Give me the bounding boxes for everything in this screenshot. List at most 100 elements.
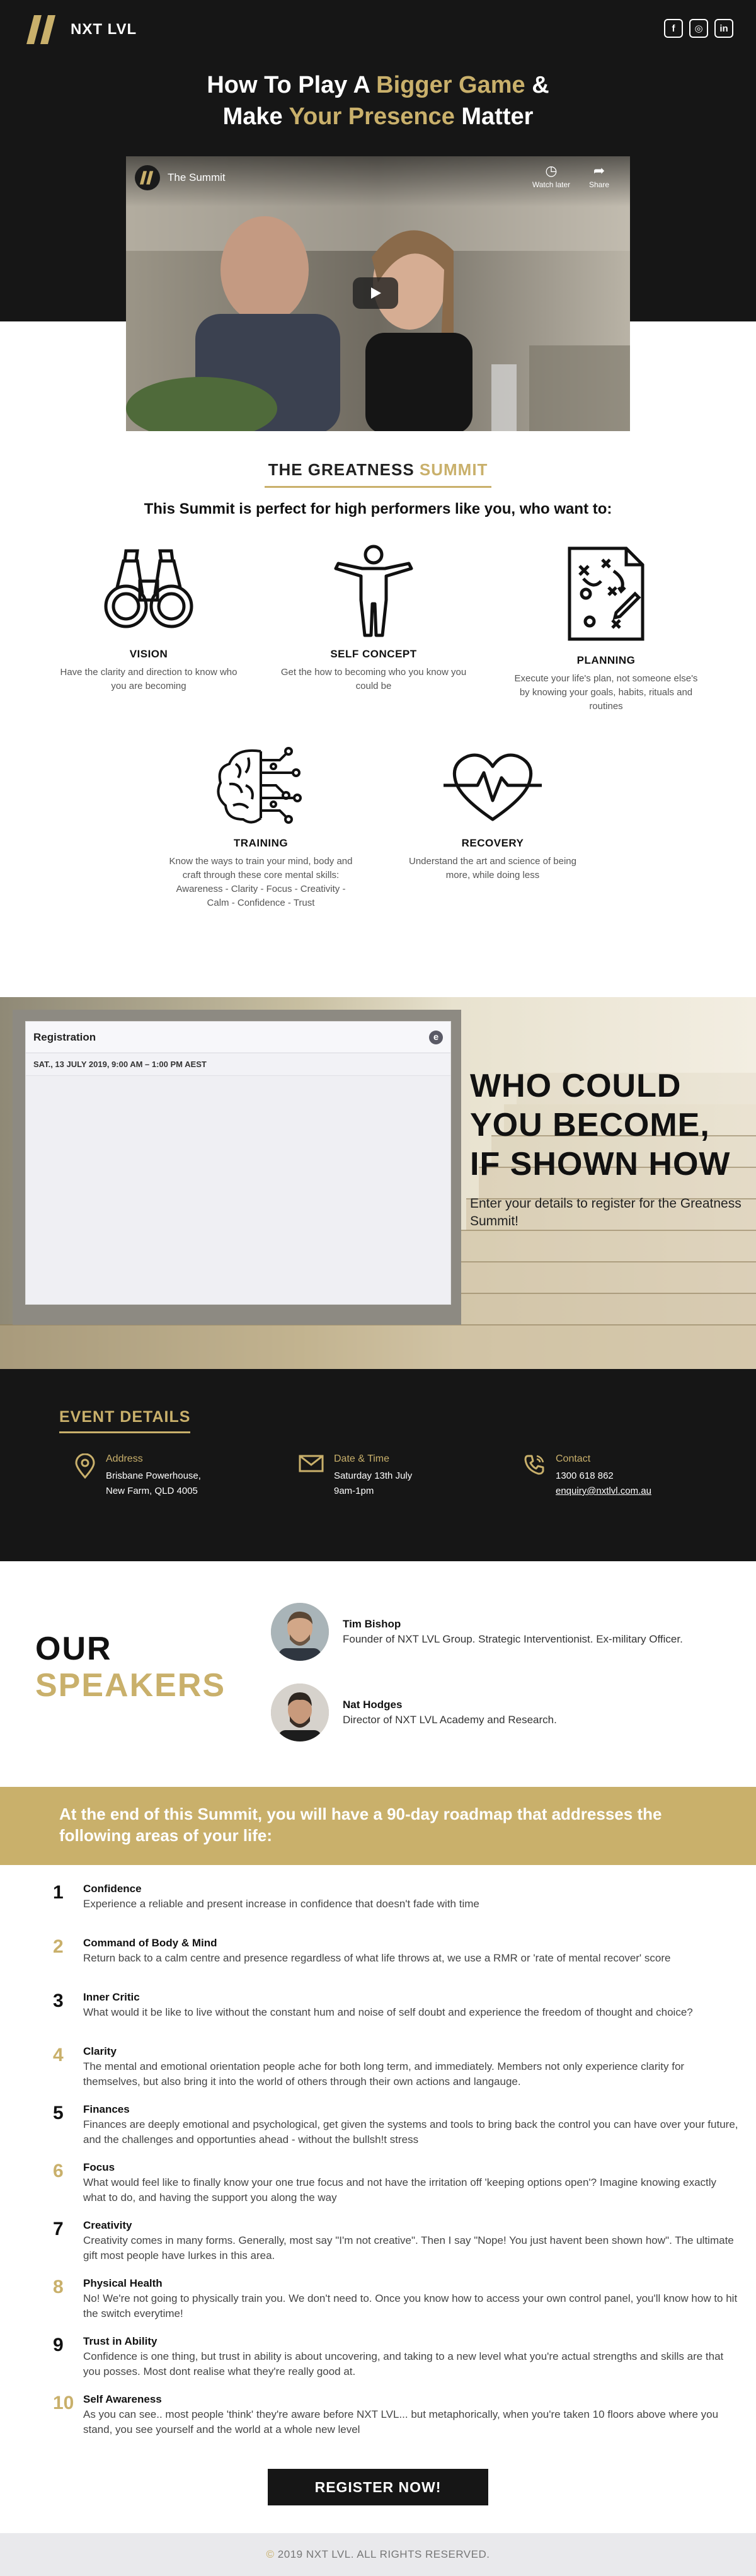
feature-desc: Understand the art and science of being …: [408, 856, 576, 881]
hero-title: How To Play A Bigger Game & Make Your Pr…: [0, 69, 756, 132]
linkedin-icon[interactable]: in: [714, 19, 733, 38]
feature-vision: VISION Have the clarity and direction to…: [54, 543, 243, 693]
play-icon: [371, 287, 381, 299]
registration-widget[interactable]: Registration e SAT., 13 JULY 2019, 9:00 …: [25, 1021, 451, 1305]
play-button[interactable]: [353, 277, 398, 309]
avatar: [271, 1603, 329, 1661]
list-item: 9 Trust in Ability Confidence is one thing…: [0, 2334, 756, 2379]
registration-header: Registration e: [26, 1022, 450, 1053]
item-number: 2: [53, 1936, 64, 1957]
speaker-role: Director of NXT LVL Academy and Research…: [343, 1714, 557, 1726]
feature-desc: Execute your life's plan, not someone el…: [514, 673, 698, 712]
video-title[interactable]: The Summit: [168, 171, 226, 184]
contact-email-link[interactable]: enquiry@nxtlvl.com.au: [556, 1486, 651, 1496]
item-desc: Creativity comes in many forms. Generall…: [83, 2234, 734, 2261]
list-item: 2 Command of Body & Mind Return back to a …: [0, 1936, 756, 1977]
item-desc: What would feel like to finally know you…: [83, 2176, 717, 2203]
speakers-heading-line: SPEAKERS: [35, 1667, 226, 1704]
feature-title: PLANNING: [576, 654, 636, 666]
list-item: 6 Focus What would feel like to finally kn…: [0, 2160, 756, 2205]
speakers-section: OUR SPEAKERS Tim Bishop Founder of NXT L…: [0, 1561, 756, 1787]
item-desc: As you can see.. most people 'think' the…: [83, 2408, 719, 2435]
item-desc: No! We're not going to physically train …: [83, 2292, 738, 2319]
speaker-card: Tim Bishop Founder of NXT LVL Group. Str…: [271, 1603, 683, 1661]
contact-phone[interactable]: 1300 618 862: [556, 1469, 651, 1484]
roadmap-list: 1 Confidence Experience a reliable and pre…: [0, 1865, 756, 2463]
feature-planning: PLANNING Execute your life's plan, not s…: [512, 543, 701, 713]
event-heading: EVENT DETAILS: [59, 1408, 191, 1433]
logo-mark-icon: [26, 15, 55, 44]
item-title: Confidence: [83, 1883, 142, 1895]
summit-heading-pre: THE: [268, 460, 308, 479]
channel-avatar-icon[interactable]: [135, 165, 160, 190]
clock-icon: ◷: [545, 163, 558, 178]
copyright-symbol: ©: [266, 2548, 275, 2560]
item-number: 7: [53, 2219, 64, 2239]
share-icon: ➦: [593, 163, 605, 178]
watch-later-button[interactable]: ◷ Watch later: [529, 163, 573, 189]
item-number: 6: [53, 2161, 64, 2181]
list-item: 4 Clarity The mental and emotional orienta…: [0, 2044, 756, 2089]
who-title-line: WHO COULD: [470, 1068, 682, 1104]
channel-logo-icon: [139, 171, 154, 185]
date-label: Date & Time: [334, 1453, 390, 1464]
register-now-button[interactable]: REGISTER NOW!: [268, 2469, 488, 2505]
item-desc: Finances are deeply emotional and psycho…: [83, 2118, 738, 2146]
summit-heading-bold: GREATNESS: [307, 460, 415, 479]
hero-title-gold: Bigger Game: [376, 72, 525, 98]
registration-title: Registration: [33, 1031, 96, 1043]
social-links: f ◎ in: [664, 19, 733, 38]
logo[interactable]: NXT LVL: [25, 14, 137, 45]
feature-desc: Get the how to becoming who you know you…: [280, 667, 467, 691]
speaker-role: Founder of NXT LVL Group. Strategic Inte…: [343, 1633, 683, 1645]
eventbrite-icon[interactable]: e: [429, 1030, 443, 1044]
speaker-name: Tim Bishop: [343, 1618, 401, 1630]
event-address: Address Brisbane Powerhouse, New Farm, Q…: [74, 1453, 201, 1499]
feature-title: TRAINING: [233, 837, 289, 849]
item-number: 1: [53, 1882, 64, 1903]
item-desc: What would it be like to live without th…: [83, 2006, 693, 2018]
list-item: 7 Creativity Creativity comes in many form…: [0, 2218, 756, 2263]
summit-subheading: This Summit is perfect for high performe…: [144, 500, 612, 517]
roadmap-banner: At the end of this Summit, you will have…: [0, 1787, 756, 1865]
registration-date: SAT., 13 JULY 2019, 9:00 AM – 1:00 PM AE…: [26, 1053, 450, 1076]
roadmap-title: At the end of this Summit, you will have…: [59, 1805, 662, 1845]
video-player[interactable]: The Summit ◷ Watch later ➦ Share: [126, 156, 630, 431]
logo-text: NXT LVL: [71, 21, 137, 38]
hero-title-part: Matter: [454, 103, 534, 130]
speakers-heading: OUR SPEAKERS: [35, 1631, 226, 1704]
item-number: 4: [53, 2045, 64, 2065]
hero-title-gold: Your Presence: [289, 103, 455, 130]
item-number: 3: [53, 1990, 64, 2011]
who-subtitle: Enter your details to register for the G…: [470, 1196, 742, 1228]
who-title-line: IF SHOWN HOW: [470, 1146, 731, 1182]
feature-title: VISION: [129, 648, 168, 660]
item-title: Focus: [83, 2161, 115, 2173]
registration-band: Registration e SAT., 13 JULY 2019, 9:00 …: [0, 997, 756, 1369]
event-date: Date & Time Saturday 13th July 9am-1pm: [299, 1453, 412, 1499]
who-could-you-become: WHO COULD YOU BECOME, IF SHOWN HOW Enter…: [470, 1066, 747, 1230]
share-button[interactable]: ➦ Share: [577, 163, 621, 189]
features-grid: VISION Have the clarity and direction to…: [0, 543, 756, 997]
phone-icon: [524, 1455, 544, 1475]
facebook-icon[interactable]: f: [664, 19, 683, 38]
item-number: 9: [53, 2335, 64, 2355]
speaker-photo: [271, 1684, 329, 1741]
item-desc: Return back to a calm centre and presenc…: [83, 1952, 671, 1964]
list-item: 1 Confidence Experience a reliable and pre…: [0, 1881, 756, 1923]
who-title: WHO COULD YOU BECOME, IF SHOWN HOW: [470, 1066, 747, 1184]
hero-title-part: Make: [222, 103, 289, 130]
feature-title: SELF CONCEPT: [330, 648, 417, 660]
summit-heading: THE GREATNESS SUMMIT: [265, 460, 491, 488]
instagram-icon[interactable]: ◎: [689, 19, 708, 38]
avatar: [271, 1684, 329, 1741]
speaker-name: Nat Hodges: [343, 1699, 403, 1711]
address-line: New Farm, QLD 4005: [106, 1486, 198, 1496]
hero-title-part: &: [525, 72, 549, 98]
feature-self-concept: SELF CONCEPT Get the how to becoming who…: [279, 543, 468, 693]
roadmap-section: At the end of this Summit, you will have…: [0, 1787, 756, 2533]
envelope-icon: [299, 1455, 324, 1472]
item-title: Creativity: [83, 2219, 132, 2231]
register-wrap: REGISTER NOW!: [0, 2463, 756, 2533]
item-title: Clarity: [83, 2045, 117, 2057]
